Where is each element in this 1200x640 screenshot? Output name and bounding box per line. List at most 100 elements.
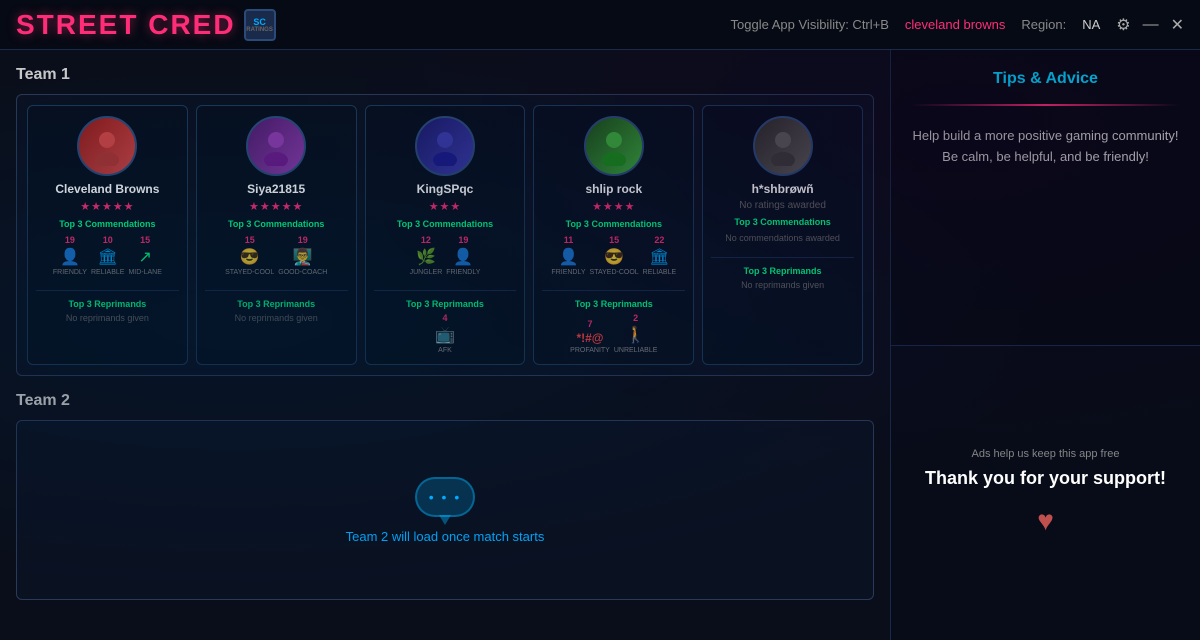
ads-thank-text: Thank you for your support! bbox=[925, 468, 1166, 489]
commend-item-friendly: 19 👤 FRIENDLY bbox=[446, 235, 480, 276]
player-name-cleveland: Cleveland Browns bbox=[55, 182, 159, 196]
logo-badge: SC RATINGS bbox=[244, 9, 276, 41]
commend-stats-shlip: 11 👤 FRIENDLY 15 😎 STAYED-COOL 22 🏛 bbox=[551, 235, 676, 276]
friendly-icon: 👤 bbox=[453, 247, 473, 267]
player-name-hsh: h*shbrøwñ bbox=[752, 182, 814, 196]
players-row: Cleveland Browns ★★★★★ Top 3 Commendatio… bbox=[27, 105, 863, 365]
reprimand-label-cleveland: Top 3 Reprimands bbox=[68, 299, 146, 309]
app-title: STREET CRED bbox=[16, 9, 236, 41]
player-stars-king: ★★★ bbox=[429, 200, 462, 213]
team1-box: Cleveland Browns ★★★★★ Top 3 Commendatio… bbox=[16, 94, 874, 376]
content-area: Team 1 Cleveland Browns ★★★★★ Top 3 Comm… bbox=[0, 50, 890, 640]
divider bbox=[374, 290, 517, 291]
no-reprimand-cleveland: No reprimands given bbox=[66, 313, 149, 323]
commend-label-king: Top 3 Commendations bbox=[397, 219, 493, 229]
main-layout: Team 1 Cleveland Browns ★★★★★ Top 3 Comm… bbox=[0, 50, 1200, 640]
player-name-shlip: shlip rock bbox=[585, 182, 642, 196]
stayed-cool-icon: 😎 bbox=[240, 247, 260, 267]
reprimand-item-unreliable: 2 🚶 UNRELIABLE bbox=[614, 313, 658, 354]
close-icon[interactable]: ✕ bbox=[1171, 15, 1184, 35]
reprimand-stats-king: 4 📺 AFK bbox=[435, 313, 455, 354]
player-name-siya: Siya21815 bbox=[247, 182, 305, 196]
tips-divider bbox=[911, 104, 1180, 106]
commend-label-shlip: Top 3 Commendations bbox=[566, 219, 662, 229]
player-avatar-siya bbox=[246, 116, 306, 176]
reprimand-label-siya: Top 3 Reprimands bbox=[237, 299, 315, 309]
header-right: Toggle App Visibility: Ctrl+B cleveland … bbox=[731, 15, 1184, 35]
commend-item-midlane: 15 ↗ MID-LANE bbox=[128, 235, 161, 276]
commend-item-coach: 19 👨‍🏫 GOOD-COACH bbox=[278, 235, 327, 276]
team2-label: Team 2 bbox=[16, 392, 874, 410]
player-avatar-shlip bbox=[584, 116, 644, 176]
loading-bubble: • • • bbox=[415, 477, 475, 517]
reprimand-label-hsh: Top 3 Reprimands bbox=[744, 266, 822, 276]
team2-waiting-text: Team 2 will load once match starts bbox=[346, 529, 545, 544]
commend-label-hsh: Top 3 Commendations bbox=[734, 217, 830, 227]
no-reprimand-hsh: No reprimands given bbox=[741, 280, 824, 290]
team1-label: Team 1 bbox=[16, 66, 874, 84]
afk-icon: 📺 bbox=[435, 325, 455, 345]
no-commend-hsh: No commendations awarded bbox=[725, 233, 840, 243]
reprimand-label-king: Top 3 Reprimands bbox=[406, 299, 484, 309]
player-avatar-cleveland bbox=[77, 116, 137, 176]
player-avatar-king bbox=[415, 116, 475, 176]
player-card-hsh[interactable]: h*shbrøwñ No ratings awarded Top 3 Comme… bbox=[702, 105, 863, 365]
jungler-icon: 🌿 bbox=[416, 247, 436, 267]
toggle-label: Toggle App Visibility: Ctrl+B bbox=[731, 17, 889, 32]
reprimand-item-afk: 4 📺 AFK bbox=[435, 313, 455, 354]
commend-item-stayed-cool: 15 😎 STAYED-COOL bbox=[590, 235, 639, 276]
tips-text: Help build a more positive gaming commun… bbox=[911, 126, 1180, 168]
commend-stats-king: 12 🌿 JUNGLER 19 👤 FRIENDLY bbox=[410, 235, 481, 276]
player-avatar-hsh bbox=[753, 116, 813, 176]
friendly-icon: 👤 bbox=[60, 247, 80, 267]
minimize-icon[interactable]: — bbox=[1143, 16, 1159, 34]
tips-title: Tips & Advice bbox=[911, 70, 1180, 88]
midlane-icon: ↗ bbox=[138, 247, 151, 267]
app-header: STREET CRED SC RATINGS Toggle App Visibi… bbox=[0, 0, 1200, 50]
coach-icon: 👨‍🏫 bbox=[293, 247, 313, 267]
commend-item: 10 🏛 RELIABLE bbox=[91, 235, 124, 276]
commend-item-jungler: 12 🌿 JUNGLER bbox=[410, 235, 443, 276]
friendly-icon: 👤 bbox=[559, 247, 579, 267]
reliable-icon: 🏛 bbox=[98, 247, 118, 267]
divider bbox=[542, 290, 685, 291]
commend-stats-cleveland: 19 👤 FRIENDLY 10 🏛 RELIABLE 15 ↗ M bbox=[53, 235, 162, 276]
reliable-icon: 🏛 bbox=[649, 247, 669, 267]
commend-item: 19 👤 FRIENDLY bbox=[53, 235, 87, 276]
unreliable-icon: 🚶 bbox=[626, 325, 646, 345]
player-card-king[interactable]: KingSPqc ★★★ Top 3 Commendations 12 🌿 JU… bbox=[365, 105, 526, 365]
divider bbox=[36, 290, 179, 291]
player-card-shlip[interactable]: shlip rock ★★★★ Top 3 Commendations 11 👤… bbox=[533, 105, 694, 365]
commend-label-siya: Top 3 Commendations bbox=[228, 219, 324, 229]
player-card-cleveland[interactable]: Cleveland Browns ★★★★★ Top 3 Commendatio… bbox=[27, 105, 188, 365]
settings-icon[interactable]: ⚙ bbox=[1116, 15, 1130, 35]
divider bbox=[711, 257, 854, 258]
player-card-siya[interactable]: Siya21815 ★★★★★ Top 3 Commendations 15 😎… bbox=[196, 105, 357, 365]
tips-section: Tips & Advice Help build a more positive… bbox=[891, 50, 1200, 346]
ads-small-text: Ads help us keep this app free bbox=[972, 448, 1120, 460]
sidebar: Tips & Advice Help build a more positive… bbox=[890, 50, 1200, 640]
bubble-dots: • • • bbox=[429, 489, 461, 505]
reprimand-label-shlip: Top 3 Reprimands bbox=[575, 299, 653, 309]
region-label: Region: bbox=[1021, 17, 1066, 32]
window-controls: ⚙ — ✕ bbox=[1116, 15, 1184, 35]
ads-section: Ads help us keep this app free Thank you… bbox=[891, 346, 1200, 640]
commend-item-friendly: 11 👤 FRIENDLY bbox=[551, 235, 585, 276]
commend-item-reliable: 22 🏛 RELIABLE bbox=[643, 235, 676, 276]
profanity-icon: *!#@ bbox=[576, 331, 603, 345]
commend-stats-siya: 15 😎 STAYED-COOL 19 👨‍🏫 GOOD-COACH bbox=[225, 235, 327, 276]
active-user-link[interactable]: cleveland browns bbox=[905, 17, 1005, 32]
player-stars-shlip: ★★★★ bbox=[592, 200, 635, 213]
reprimand-stats-shlip: 7 *!#@ PROFANITY 2 🚶 UNRELIABLE bbox=[570, 313, 657, 354]
no-reprimand-siya: No reprimands given bbox=[235, 313, 318, 323]
region-value: NA bbox=[1082, 17, 1100, 32]
player-name-king: KingSPqc bbox=[417, 182, 474, 196]
heart-icon: ♥ bbox=[1037, 505, 1054, 537]
reprimand-item-profanity: 7 *!#@ PROFANITY bbox=[570, 319, 610, 354]
player-stars-cleveland: ★★★★★ bbox=[80, 200, 134, 213]
commend-label-cleveland: Top 3 Commendations bbox=[59, 219, 155, 229]
logo: STREET CRED SC RATINGS bbox=[16, 9, 276, 41]
player-stars-siya: ★★★★★ bbox=[249, 200, 303, 213]
commend-item-stayed-cool: 15 😎 STAYED-COOL bbox=[225, 235, 274, 276]
no-ratings-hsh: No ratings awarded bbox=[739, 200, 826, 211]
